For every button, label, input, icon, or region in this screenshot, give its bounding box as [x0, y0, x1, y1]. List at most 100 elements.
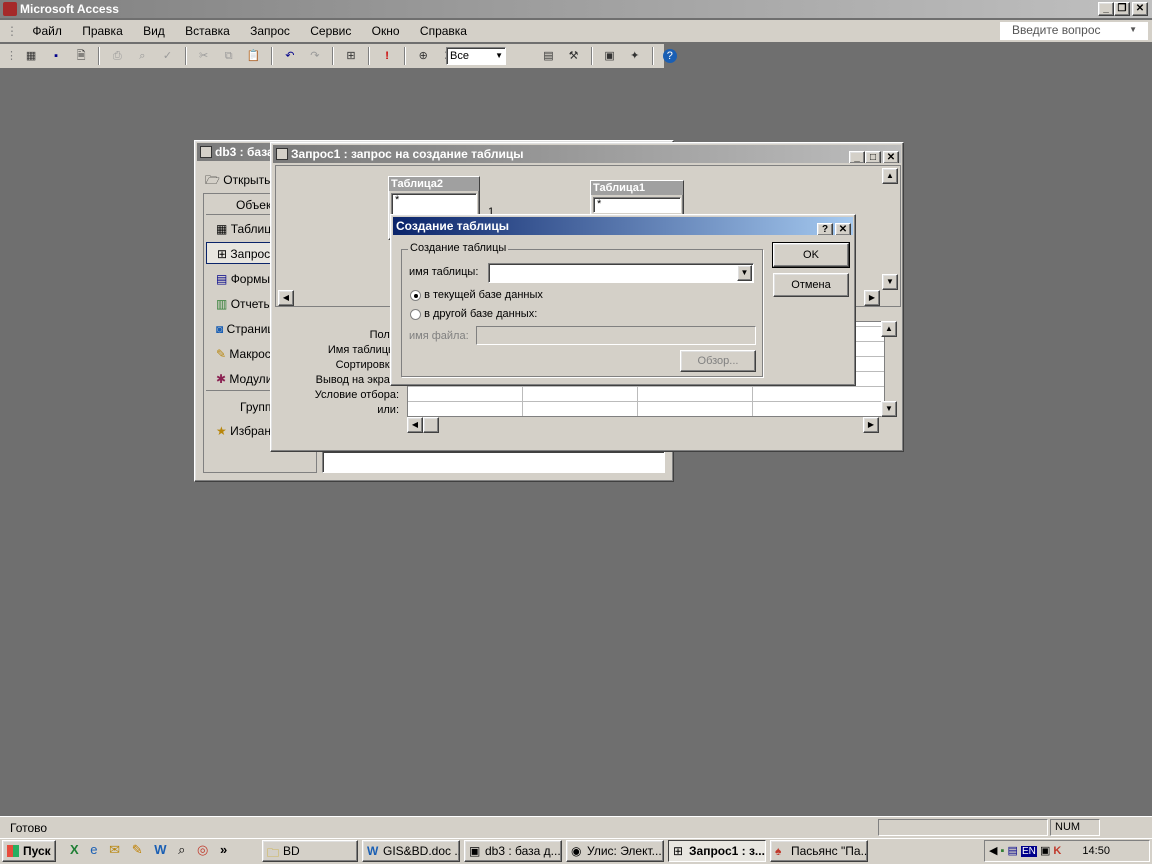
database-icon [200, 146, 212, 158]
cut-icon[interactable]: ✂ [196, 48, 212, 64]
num-indicator: NUM [1050, 819, 1100, 836]
browse-button[interactable]: Обзор... [680, 350, 756, 372]
table-name-combo[interactable]: ▼ [488, 263, 754, 283]
menu-file[interactable]: Файл [32, 24, 62, 38]
radio-other-db[interactable]: в другой базе данных: [410, 308, 537, 320]
preview-icon[interactable]: ⌕ [134, 48, 150, 64]
file-name-field[interactable] [476, 326, 756, 345]
menu-window[interactable]: Окно [372, 24, 400, 38]
new-object-icon[interactable]: ✦ [627, 48, 643, 64]
chevron-down-icon: ▼ [1129, 25, 1137, 34]
run-icon[interactable]: ! [379, 48, 395, 64]
task-ulis[interactable]: ◉ Улис: Элект... [566, 840, 664, 862]
show-table-icon[interactable]: ⊕ [415, 48, 431, 64]
flag-icon[interactable]: ▤ [1008, 845, 1018, 857]
view-icon[interactable]: ▦ [23, 48, 39, 64]
pane-scroll-left[interactable]: ◀ [278, 290, 294, 306]
print-icon[interactable]: ⎙ [109, 48, 125, 64]
lang-indicator[interactable]: EN [1020, 846, 1037, 857]
volume-icon[interactable]: ◀ [989, 845, 997, 857]
object-forms[interactable]: ▤ Формы [216, 272, 270, 286]
ie-icon[interactable]: e [90, 842, 97, 857]
redo-icon[interactable]: ↷ [307, 48, 323, 64]
task-bd[interactable]: 🗀 BD [262, 840, 358, 862]
quick-launch: X e ✉ ✎ W ⌕ ◎ » [70, 842, 227, 858]
grid-label-criteria: Условие отбора: [314, 389, 399, 401]
chevron-down-icon[interactable]: ▼ [737, 265, 752, 281]
menu-tools[interactable]: Сервис [310, 24, 351, 38]
pane-scroll-up[interactable]: ▲ [882, 168, 898, 184]
pane-scroll-right[interactable]: ▶ [864, 290, 880, 306]
powerpoint-icon[interactable]: ◎ [197, 842, 208, 857]
dialog-group: Создание таблицы имя таблицы: ▼ в текуще… [401, 242, 763, 377]
pencil-icon[interactable]: ✎ [132, 842, 143, 857]
query-maximize-button[interactable]: □ [865, 151, 881, 163]
undo-icon[interactable]: ↶ [282, 48, 298, 64]
close-button[interactable]: ✕ [1132, 2, 1148, 16]
object-reports[interactable]: ▥ Отчеты [216, 297, 272, 311]
spelling-icon[interactable]: ✓ [159, 48, 175, 64]
database-window-icon[interactable]: ▣ [602, 48, 618, 64]
radio-current-db[interactable]: в текущей базе данных [410, 289, 543, 301]
db-open-button[interactable]: 🗁 Открыть [205, 171, 270, 192]
help-icon[interactable]: ? [662, 49, 677, 63]
task-db3[interactable]: ▣ db3 : база д... [464, 840, 562, 862]
help-question-box[interactable]: Введите вопрос ▼ [1000, 22, 1148, 40]
search-icon[interactable]: ⌕ [178, 842, 185, 857]
open-icon: 🗁 [205, 173, 220, 187]
excel-icon[interactable]: X [70, 842, 79, 857]
save-icon[interactable]: ▪ [48, 48, 64, 64]
table-a-title: Таблица2 [389, 177, 479, 191]
top-values-combo[interactable]: Все ▼ [446, 47, 506, 65]
cards-icon: ♠ [775, 844, 782, 858]
tray-app-icon[interactable]: ▣ [1040, 845, 1050, 857]
task-solitaire[interactable]: ♠ Пасьянс "Па... [770, 840, 868, 862]
menu-view[interactable]: Вид [143, 24, 165, 38]
radio-current-label: в текущей базе данных [424, 289, 543, 301]
menu-help[interactable]: Справка [420, 24, 467, 38]
access-icon [3, 2, 17, 16]
query-close-button[interactable]: ✕ [883, 151, 899, 163]
menu-edit[interactable]: Правка [82, 24, 123, 38]
grid-scroll-left[interactable]: ◀ [407, 417, 423, 433]
antivirus-icon[interactable]: K [1053, 845, 1061, 857]
restore-button[interactable]: ❐ [1114, 2, 1130, 16]
dialog-help-button[interactable]: ? [817, 223, 833, 235]
ok-button[interactable]: OK [772, 242, 850, 268]
query-minimize-button[interactable]: _ [849, 151, 865, 163]
query-task-icon: ⊞ [673, 844, 684, 858]
menu-insert[interactable]: Вставка [185, 24, 230, 38]
db-open-label: Открыть [223, 173, 271, 187]
browse-label: Обзор... [697, 355, 739, 367]
task-query1[interactable]: ⊞ Запрос1 : з... [668, 840, 766, 862]
query-window-title: Запрос1 : запрос на создание таблицы [291, 147, 524, 161]
grid-scroll-down[interactable]: ▼ [881, 401, 897, 417]
cancel-button[interactable]: Отмена [773, 273, 849, 297]
file-name-label: имя файла: [409, 330, 469, 342]
dialog-close-button[interactable]: ✕ [835, 223, 851, 235]
task-word-doc[interactable]: W GIS&BD.doc ... [362, 840, 460, 862]
dialog-title: Создание таблицы [396, 219, 510, 233]
minimize-button[interactable]: _ [1098, 2, 1114, 16]
menu-query[interactable]: Запрос [250, 24, 290, 38]
grid-scroll-right[interactable]: ▶ [863, 417, 879, 433]
table-b-star: * [597, 198, 602, 210]
outlook-icon[interactable]: ✉ [109, 842, 120, 857]
pane-scroll-down[interactable]: ▼ [882, 274, 898, 290]
overflow-icon[interactable]: » [220, 842, 227, 857]
grid-scroll-up[interactable]: ▲ [881, 321, 897, 337]
build-icon[interactable]: ⚒ [566, 48, 582, 64]
query-type-icon[interactable]: ⊞ [343, 48, 359, 64]
paste-icon[interactable]: 📋 [246, 48, 262, 64]
object-modules[interactable]: ✱ Модули [216, 372, 272, 386]
dialog-title-bar: Создание таблицы ? ✕ [393, 217, 853, 235]
clock: 14:50 [1082, 845, 1110, 857]
db-object-list[interactable] [322, 451, 665, 473]
properties-icon[interactable]: ▤ [540, 48, 556, 64]
network-icon[interactable]: ▪ [1001, 845, 1005, 857]
copy-icon[interactable]: ⧉ [221, 48, 237, 64]
table-a-star: * [395, 194, 400, 206]
print-preview-icon[interactable]: 🗎 [73, 48, 89, 64]
start-button[interactable]: Пуск [2, 840, 56, 862]
word-icon[interactable]: W [154, 842, 166, 857]
